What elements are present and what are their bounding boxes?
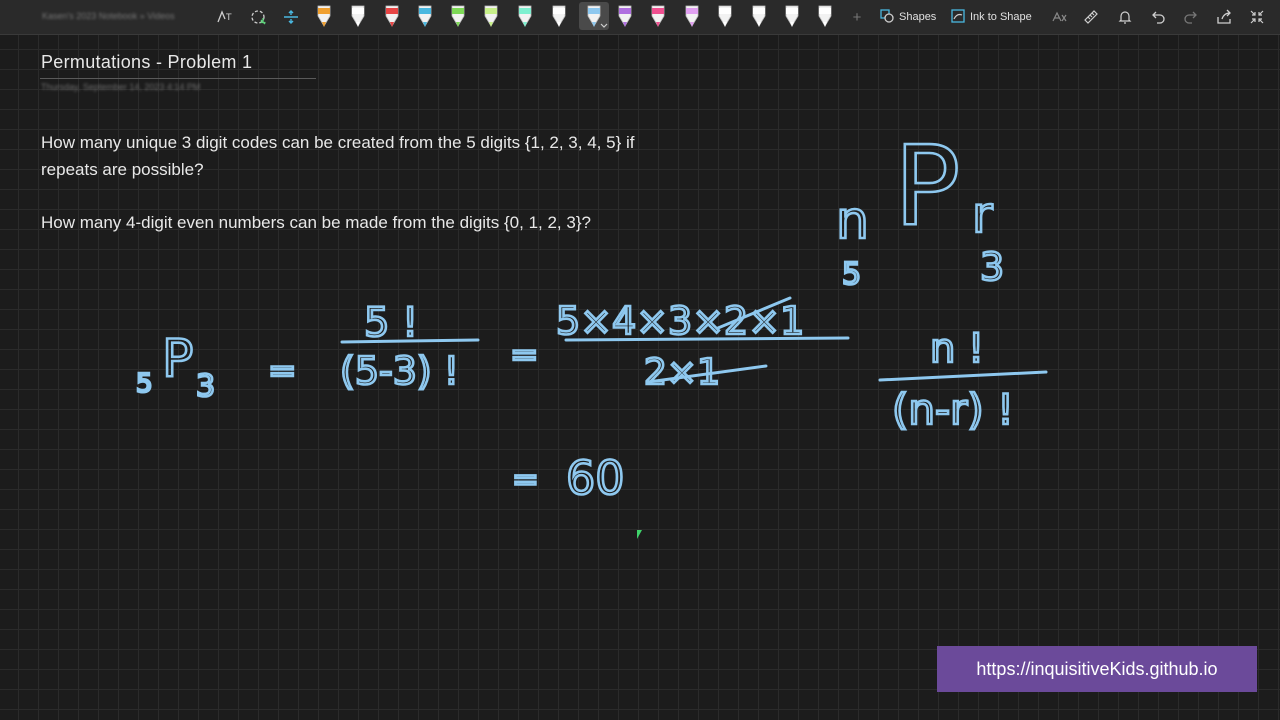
pen-tool-4[interactable]	[416, 2, 434, 30]
pen-tool-1[interactable]	[315, 2, 333, 30]
shapes-label: Shapes	[899, 11, 937, 23]
ink-to-shape-label: Ink to Shape	[970, 11, 1032, 23]
add-pen-icon[interactable]: +	[844, 4, 870, 30]
ink-to-shape-button[interactable]: Ink to Shape	[951, 7, 1032, 27]
ruler-icon[interactable]	[1078, 4, 1104, 30]
pen-tool-16[interactable]	[816, 2, 834, 30]
pen-tool-13[interactable]	[716, 2, 734, 30]
pen-tool-2[interactable]	[349, 2, 367, 30]
pen-tool-7[interactable]	[516, 2, 534, 30]
lasso-select-icon[interactable]: T	[212, 4, 238, 30]
website-watermark: https://inquisitiveKids.github.io	[937, 646, 1257, 692]
title-divider	[40, 78, 316, 79]
question-2-text[interactable]: How many 4-digit even numbers can be mad…	[41, 209, 641, 236]
mouse-cursor	[637, 530, 642, 539]
lasso-icon[interactable]	[245, 4, 271, 30]
ink-to-math-icon[interactable]	[1046, 4, 1072, 30]
pen-tool-9[interactable]	[579, 2, 609, 30]
pen-tool-3[interactable]	[383, 2, 401, 30]
pen-tool-12[interactable]	[683, 2, 701, 30]
redo-icon[interactable]	[1178, 4, 1204, 30]
svg-text:T: T	[225, 13, 232, 23]
notifications-icon[interactable]	[1112, 4, 1138, 30]
shapes-icon	[880, 8, 894, 26]
pen-tool-14[interactable]	[750, 2, 768, 30]
page-title[interactable]: Permutations - Problem 1	[41, 52, 252, 73]
pen-tool-15[interactable]	[783, 2, 801, 30]
pen-tool-5[interactable]	[449, 2, 467, 30]
pen-tool-11[interactable]	[649, 2, 667, 30]
pen-tool-10[interactable]	[616, 2, 634, 30]
page-date: Thursday, September 14, 2023 4:14 PM	[41, 82, 201, 92]
breadcrumb[interactable]: Kasen's 2023 Notebook » Videos	[42, 11, 175, 21]
share-icon[interactable]	[1211, 4, 1237, 30]
undo-icon[interactable]	[1145, 4, 1171, 30]
drawing-toolbar: Kasen's 2023 Notebook » Videos T + Shape…	[0, 0, 1280, 35]
question-1-text[interactable]: How many unique 3 digit codes can be cre…	[41, 129, 641, 183]
pen-tool-8[interactable]	[550, 2, 568, 30]
add-space-icon[interactable]	[278, 4, 304, 30]
fullscreen-icon[interactable]	[1244, 4, 1270, 30]
ink-to-shape-icon	[951, 8, 965, 26]
shapes-button[interactable]: Shapes	[880, 7, 936, 27]
pen-tool-6[interactable]	[482, 2, 500, 30]
